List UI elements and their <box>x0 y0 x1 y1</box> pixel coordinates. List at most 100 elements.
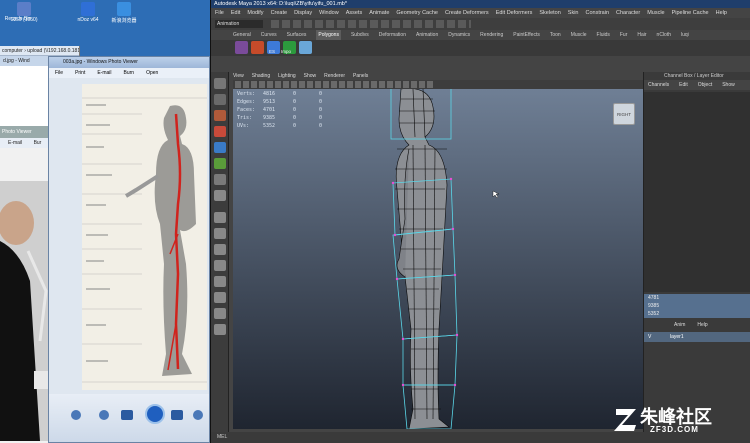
channel-menu-item[interactable]: Show <box>722 80 735 90</box>
layout-icon[interactable] <box>214 292 226 303</box>
maya-logo-icon[interactable] <box>251 41 264 54</box>
shelf-tab[interactable]: Hair <box>637 30 646 40</box>
recycle-bin[interactable]: Recycle Bin <box>0 16 40 22</box>
anatomy-reference-image <box>82 84 207 390</box>
panel-menu[interactable]: Lighting <box>278 72 296 80</box>
desktop-icon-ndoz[interactable]: nDoz v64 <box>68 2 108 23</box>
menu-item[interactable]: File <box>215 8 224 18</box>
shelf-tab[interactable]: Muscle <box>571 30 587 40</box>
menu-burn[interactable]: Bur <box>34 140 42 146</box>
single-pane-icon[interactable] <box>214 212 226 223</box>
visibility-toggle[interactable]: V <box>648 332 651 342</box>
address-bar[interactable]: computer › upload (\\192.168.0.181\Y:\) … <box>0 46 79 56</box>
panel-menu[interactable]: View <box>233 72 244 80</box>
last-tool-icon[interactable] <box>214 190 226 201</box>
shelf-tab-selected[interactable]: Polygons <box>316 30 341 40</box>
layout-icon[interactable] <box>214 276 226 287</box>
shelf-label: ES <box>269 49 276 54</box>
menu-item[interactable]: Skeleton <box>539 8 560 18</box>
app-icon <box>17 2 31 16</box>
channel-menu-item[interactable]: Edit <box>679 80 688 90</box>
menu-item[interactable]: Edit <box>231 8 240 18</box>
select-tool-icon[interactable] <box>214 78 226 89</box>
panel-menu[interactable]: Shading <box>252 72 270 80</box>
menu-item[interactable]: Window <box>319 8 339 18</box>
shelf-tab[interactable]: Curves <box>261 30 277 40</box>
menu-file[interactable]: File <box>55 68 63 78</box>
photo-viewer-window: 003a.jpg - Windows Photo Viewer File Pri… <box>48 56 210 443</box>
shelf-tab[interactable]: Subdivs <box>351 30 369 40</box>
panel-menu[interactable]: Renderer <box>324 72 345 80</box>
cube-icon[interactable] <box>299 41 312 54</box>
channel-value[interactable]: 4781 <box>644 294 750 302</box>
panel-toolbar[interactable] <box>233 80 643 89</box>
layout-icon[interactable] <box>214 244 226 255</box>
panel-menu[interactable]: Show <box>304 72 317 80</box>
menu-item[interactable]: Create <box>271 8 288 18</box>
slideshow-button[interactable] <box>145 404 165 424</box>
layout-icon[interactable] <box>214 260 226 271</box>
menu-item[interactable]: Display <box>294 8 312 18</box>
shelf-tab[interactable]: Rendering <box>480 30 503 40</box>
manipulator-icon[interactable] <box>214 174 226 185</box>
layout-icon[interactable] <box>214 308 226 319</box>
shelf-tab[interactable]: nCloth <box>657 30 671 40</box>
channel-value[interactable]: 9385 <box>644 302 750 310</box>
desktop-icon-browser[interactable]: 新浪浏览器 <box>104 2 144 24</box>
menu-open[interactable]: Open <box>146 68 158 78</box>
menu-item[interactable]: Animate <box>369 8 389 18</box>
menu-item[interactable]: Edit Deformers <box>496 8 533 18</box>
lasso-tool-icon[interactable] <box>214 94 226 105</box>
panel-toolbar-icons[interactable] <box>235 81 435 88</box>
menu-item[interactable]: Assets <box>346 8 363 18</box>
status-line-icons[interactable] <box>271 20 471 28</box>
layer-tab-anim[interactable]: Anim <box>674 320 685 330</box>
cp-icon[interactable] <box>235 41 248 54</box>
menu-email[interactable]: E-mail <box>8 140 22 146</box>
shelf-tab[interactable]: Fur <box>620 30 628 40</box>
menu-item[interactable]: Create Deformers <box>445 8 489 18</box>
paint-select-icon[interactable] <box>214 110 226 121</box>
channel-value[interactable]: 5352 <box>644 310 750 318</box>
shelf-tab[interactable]: Deformation <box>379 30 406 40</box>
channel-list[interactable] <box>644 92 750 292</box>
zoom-icon[interactable] <box>71 410 81 420</box>
channel-menu-item[interactable]: Channels <box>648 80 669 90</box>
shelf-tab[interactable]: General <box>233 30 251 40</box>
shelf-tab[interactable]: PaintEffects <box>513 30 540 40</box>
shelf-tab[interactable]: Fluids <box>597 30 610 40</box>
previous-icon[interactable] <box>121 410 133 420</box>
panel-menu[interactable]: Panels <box>353 72 368 80</box>
move-tool-icon[interactable] <box>214 126 226 137</box>
menu-item[interactable]: Modify <box>247 8 263 18</box>
rotate-tool-icon[interactable] <box>214 142 226 153</box>
shelf-tab[interactable]: Toon <box>550 30 561 40</box>
rotate-icon[interactable] <box>193 410 203 420</box>
four-pane-icon[interactable] <box>214 228 226 239</box>
shelf-tab[interactable]: Animation <box>416 30 438 40</box>
fit-icon[interactable] <box>99 410 109 420</box>
scale-tool-icon[interactable] <box>214 158 226 169</box>
shelf-tab[interactable]: Dynamics <box>448 30 470 40</box>
menu-burn[interactable]: Burn <box>124 68 135 78</box>
shelf-tab[interactable]: luqi <box>681 30 689 40</box>
menu-print[interactable]: Print <box>75 68 85 78</box>
layer-tab-help[interactable]: Help <box>697 320 707 330</box>
menu-item[interactable]: Geometry Cache <box>396 8 438 18</box>
menu-set-dropdown[interactable]: Animation <box>215 20 263 28</box>
menu-item[interactable]: Constrain <box>585 8 609 18</box>
3d-viewport[interactable]: Verts: 4816 0 0 Edges: 9513 0 0 Faces: 4701 0 0 T… <box>233 89 643 429</box>
menu-item[interactable]: Muscle <box>647 8 664 18</box>
menu-email[interactable]: E-mail <box>97 68 111 78</box>
screen: 1050 (1050) Recycle Bin nDoz v64 新浪浏览器 c… <box>0 0 750 443</box>
next-icon[interactable] <box>171 410 183 420</box>
shelf-tab[interactable]: Surfaces <box>287 30 307 40</box>
character-mesh[interactable] <box>233 89 643 429</box>
layer-row[interactable]: V layer1 <box>644 332 750 342</box>
menu-item[interactable]: Pipeline Cache <box>672 8 709 18</box>
menu-item[interactable]: Character <box>616 8 640 18</box>
menu-item[interactable]: Skin <box>568 8 579 18</box>
channel-menu-item[interactable]: Object <box>698 80 712 90</box>
menu-item[interactable]: Help <box>716 8 727 18</box>
layout-icon[interactable] <box>214 324 226 335</box>
